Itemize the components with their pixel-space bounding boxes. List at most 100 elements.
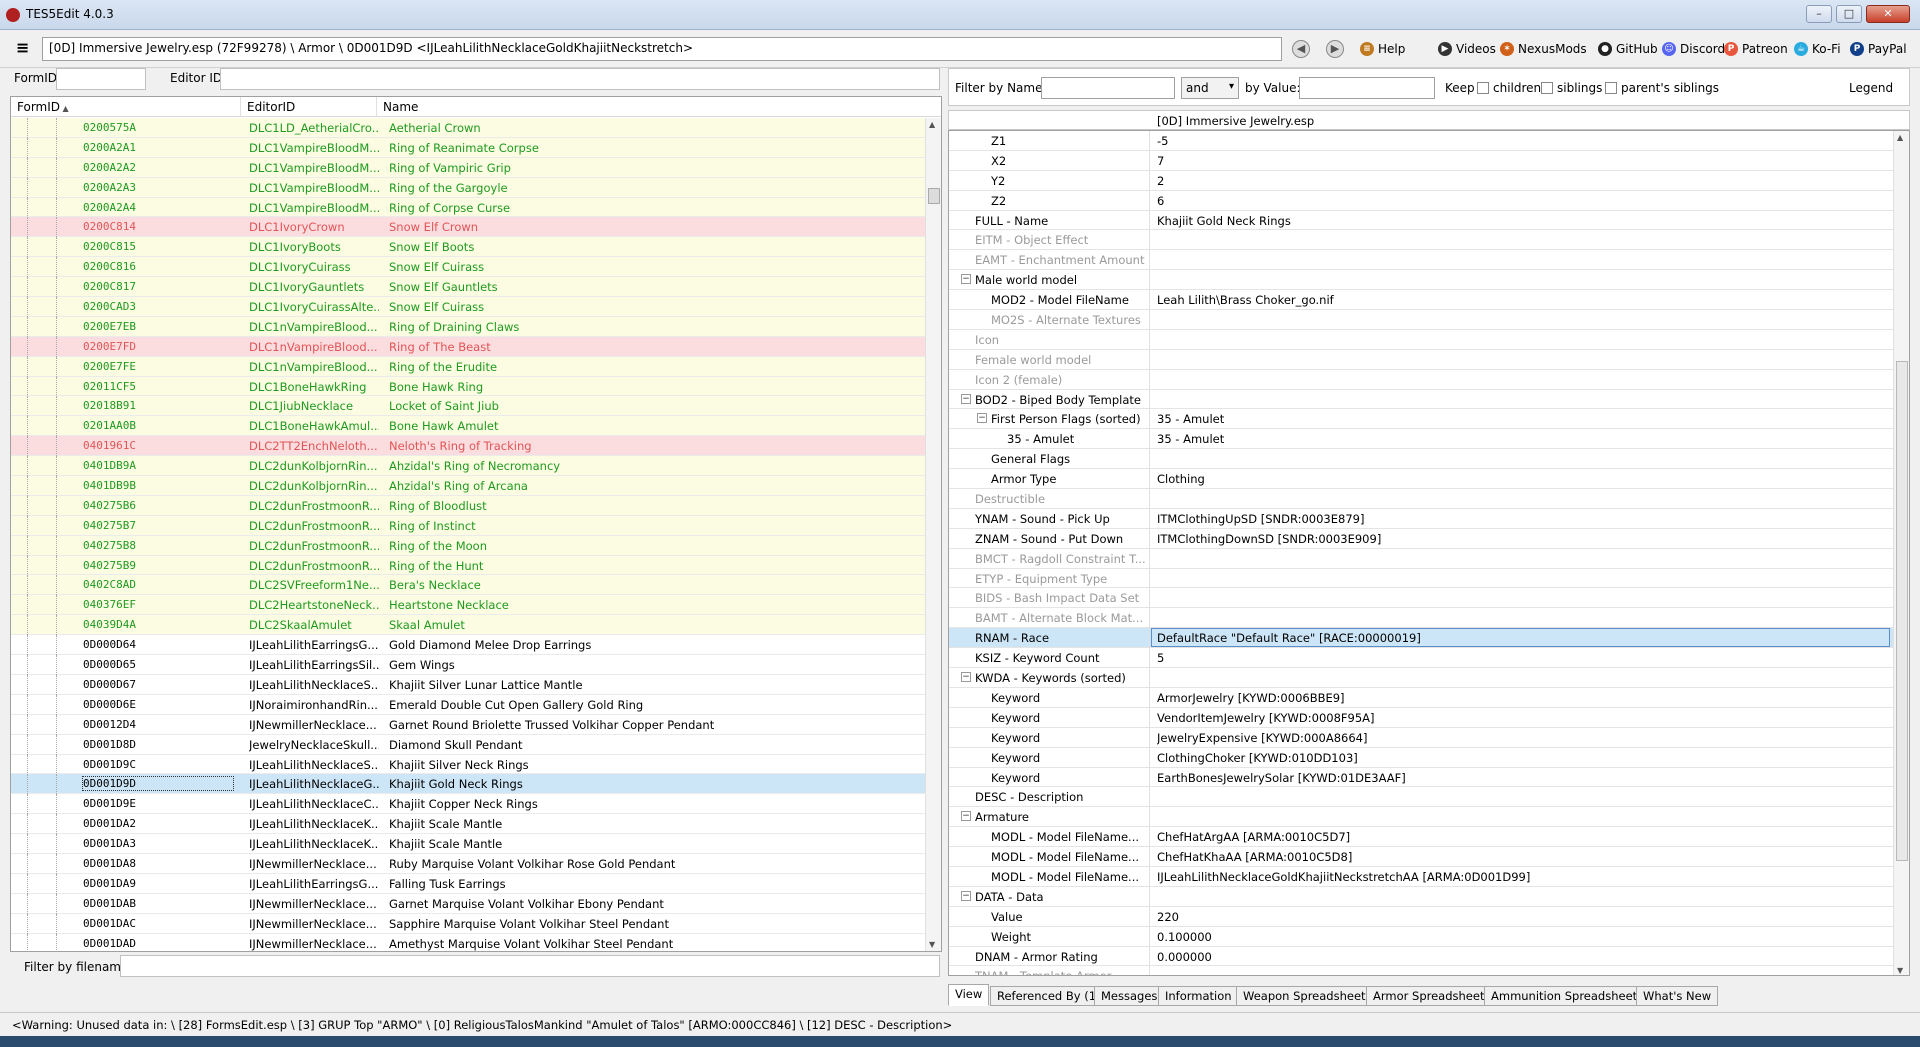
field-value[interactable]: IJLeahLilithNecklaceGoldKhajiitNeckstret… — [1157, 870, 1877, 884]
table-row[interactable]: 0D001DA8 IJNewmillerNecklace... Ruby Marqu… — [11, 853, 927, 874]
field-value[interactable]: 5 — [1157, 651, 1877, 665]
field-value[interactable]: -5 — [1157, 134, 1877, 148]
record-field-row[interactable]: Z1 -5 — [949, 131, 1893, 151]
record-field-row[interactable]: − Male world model — [949, 270, 1893, 291]
toolbar-link-paypal[interactable]: P PayPal — [1850, 42, 1907, 56]
tab-armor-spreadsheet[interactable]: Armor Spreadsheet — [1366, 986, 1492, 1006]
field-value[interactable]: 0.100000 — [1157, 930, 1877, 944]
toolbar-link-patreon[interactable]: P Patreon — [1724, 42, 1788, 56]
scroll-thumb[interactable] — [928, 188, 940, 204]
record-field-row[interactable]: 35 - Amulet 35 - Amulet — [949, 429, 1893, 450]
record-field-row[interactable]: ETYP - Equipment Type — [949, 568, 1893, 589]
table-row[interactable]: 0D000D6E IJNoraimironhandRin... Emerald Do… — [11, 694, 927, 715]
field-value[interactable]: ClothingChoker [KYWD:010DD103] — [1157, 751, 1877, 765]
table-row[interactable]: 0D001DA9 IJLeahLilithEarringsG... Falling … — [11, 873, 927, 894]
table-row[interactable]: 0D001DA3 IJLeahLilithNecklaceK... Khajiit … — [11, 834, 927, 855]
toolbar-link-discord[interactable]: ☺ Discord — [1662, 42, 1725, 56]
field-value[interactable]: 2 — [1157, 174, 1877, 188]
record-field-row[interactable]: General Flags — [949, 449, 1893, 470]
collapse-icon[interactable]: − — [961, 811, 971, 822]
toolbar-link-ko-fi[interactable]: ☕ Ko-Fi — [1794, 42, 1841, 56]
legend-button[interactable]: Legend — [1849, 81, 1893, 95]
record-field-row[interactable]: Keyword VendorItemJewelry [KYWD:0008F95A] — [949, 707, 1893, 728]
table-row[interactable]: 0D001DAC IJNewmillerNecklace... Sapphire M… — [11, 913, 927, 934]
table-row[interactable]: 040275B7 DLC2dunFrostmoonR... Ring of Inst… — [11, 515, 927, 536]
record-field-row[interactable]: Icon 2 (female) — [949, 369, 1893, 390]
record-field-row[interactable]: Z2 6 — [949, 190, 1893, 211]
field-value[interactable]: DefaultRace "Default Race" [RACE:0000001… — [1151, 628, 1890, 648]
field-value[interactable]: Leah Lilith\Brass Choker_go.nif — [1157, 293, 1877, 307]
scroll-up-icon[interactable]: ▲ — [1897, 133, 1903, 142]
record-field-row[interactable]: EITM - Object Effect — [949, 230, 1893, 251]
column-header-editorid[interactable]: EditorID — [241, 97, 377, 117]
field-value[interactable]: EarthBonesJewelrySolar [KYWD:01DE3AAF] — [1157, 771, 1877, 785]
field-value[interactable]: VendorItemJewelry [KYWD:0008F95A] — [1157, 711, 1877, 725]
record-field-row[interactable]: BAMT - Alternate Block Mat... — [949, 608, 1893, 629]
grid-scrollbar[interactable]: ▲ ▼ — [925, 118, 941, 951]
record-field-row[interactable]: Icon — [949, 329, 1893, 350]
collapse-icon[interactable]: − — [961, 672, 971, 683]
field-value[interactable]: ITMClothingDownSD [SNDR:0003E909] — [1157, 532, 1877, 546]
table-row[interactable]: 0200CAD3 DLC1IvoryCuirassAlte... Snow Elf … — [11, 297, 927, 318]
table-row[interactable]: 0200A2A3 DLC1VampireBloodM... Ring of the … — [11, 177, 927, 198]
table-row-selected[interactable]: 0D001D9D IJLeahLilithNecklaceG... Khajiit … — [11, 774, 927, 795]
field-value[interactable]: 6 — [1157, 194, 1877, 208]
table-row[interactable]: 02011CF5 DLC1BoneHawkRing Bone Hawk Ring — [11, 376, 927, 397]
table-row[interactable]: 0D001DA2 IJLeahLilithNecklaceK... Khajiit … — [11, 814, 927, 835]
table-row[interactable]: 0200C815 DLC1IvoryBoots Snow Elf Boots — [11, 237, 927, 258]
field-value[interactable]: Khajiit Gold Neck Rings — [1157, 214, 1877, 228]
table-row[interactable]: 0200575A DLC1LD_AetherialCro... Aetherial … — [11, 118, 927, 138]
scroll-down-icon[interactable]: ▼ — [929, 940, 935, 949]
record-field-row[interactable]: − BOD2 - Biped Body Template — [949, 389, 1893, 410]
table-row[interactable]: 040275B9 DLC2dunFrostmoonR... Ring of the … — [11, 555, 927, 576]
back-icon[interactable]: ◀ — [1292, 40, 1310, 58]
record-field-row[interactable]: YNAM - Sound - Pick Up ITMClothingUpSD [S… — [949, 508, 1893, 529]
tab-messages[interactable]: Messages — [1094, 986, 1165, 1006]
table-row[interactable]: 0402C8AD DLC2SVFreeform1Ne... Bera's Neckl… — [11, 575, 927, 596]
column-header-formid[interactable]: FormID — [11, 97, 241, 117]
record-field-row[interactable]: BMCT - Ragdoll Constraint T... — [949, 548, 1893, 569]
collapse-icon[interactable]: − — [977, 413, 987, 424]
field-value[interactable]: Clothing — [1157, 472, 1877, 486]
table-row[interactable]: 04039D4A DLC2SkaalAmulet Skaal Amulet — [11, 615, 927, 636]
record-field-row[interactable]: − First Person Flags (sorted) 35 - Amulet — [949, 409, 1893, 430]
checkbox-icon[interactable] — [1605, 82, 1617, 94]
table-row[interactable]: 0200C816 DLC1IvoryCuirass Snow Elf Cuirass — [11, 257, 927, 278]
record-field-row[interactable]: Destructible — [949, 489, 1893, 510]
record-field-row[interactable]: EAMT - Enchantment Amount — [949, 250, 1893, 271]
record-field-row[interactable]: X2 7 — [949, 150, 1893, 171]
field-value[interactable]: 220 — [1157, 910, 1877, 924]
field-value[interactable]: 0.000000 — [1157, 950, 1877, 964]
filter-value-input[interactable] — [1299, 77, 1435, 99]
tab-information[interactable]: Information — [1158, 986, 1239, 1006]
record-field-row[interactable]: MODL - Model FileName... IJLeahLilithNeck… — [949, 866, 1893, 887]
table-row[interactable]: 0200E7FE DLC1nVampireBlood... Ring of the … — [11, 356, 927, 377]
field-value[interactable]: JewelryExpensive [KYWD:000A8664] — [1157, 731, 1877, 745]
record-field-row[interactable]: MODL - Model FileName... ChefHatArgAA [AR… — [949, 827, 1893, 848]
table-row[interactable]: 0200E7FD DLC1nVampireBlood... Ring of The … — [11, 336, 927, 357]
table-row[interactable]: 040275B8 DLC2dunFrostmoonR... Ring of the … — [11, 535, 927, 556]
editorid-filter-input[interactable] — [220, 68, 940, 90]
table-row[interactable]: 0D000D64 IJLeahLilithEarringsG... Gold Dia… — [11, 635, 927, 656]
toolbar-link-github[interactable]: ● GitHub — [1598, 42, 1658, 56]
record-field-row[interactable]: − KWDA - Keywords (sorted) — [949, 668, 1893, 689]
table-row[interactable]: 0200C817 DLC1IvoryGauntlets Snow Elf Gaunt… — [11, 277, 927, 298]
checkbox-icon[interactable] — [1477, 82, 1489, 94]
collapse-icon[interactable]: − — [961, 274, 971, 285]
scroll-thumb[interactable] — [1896, 361, 1908, 861]
table-row[interactable]: 0201AA0B DLC1BoneHawkAmul... Bone Hawk Amu… — [11, 416, 927, 437]
record-field-row[interactable]: TNAM - Template Armor — [949, 966, 1893, 975]
record-field-row[interactable]: MO2S - Alternate Textures — [949, 310, 1893, 331]
keep-children-checkbox[interactable]: children — [1477, 81, 1541, 95]
table-row[interactable]: 0D001DAD IJNewmillerNecklace... Amethyst M… — [11, 933, 927, 951]
hamburger-menu-icon[interactable]: ≡ — [16, 40, 32, 57]
field-value[interactable]: 35 - Amulet — [1157, 412, 1877, 426]
record-field-row[interactable]: RNAM - Race DefaultRace "Default Race" [R… — [949, 628, 1893, 649]
formid-filter-input[interactable] — [56, 68, 146, 90]
table-row[interactable]: 0401961C DLC2TT2EnchNeloth... Neloth's Rin… — [11, 436, 927, 457]
table-row[interactable]: 0200A2A4 DLC1VampireBloodM... Ring of Corp… — [11, 197, 927, 218]
filter-name-input[interactable] — [1041, 77, 1175, 99]
table-row[interactable]: 0200E7EB DLC1nVampireBlood... Ring of Drai… — [11, 316, 927, 337]
table-row[interactable]: 02018B91 DLC1JiubNecklace Locket of Saint … — [11, 396, 927, 417]
collapse-icon[interactable]: − — [961, 890, 971, 901]
